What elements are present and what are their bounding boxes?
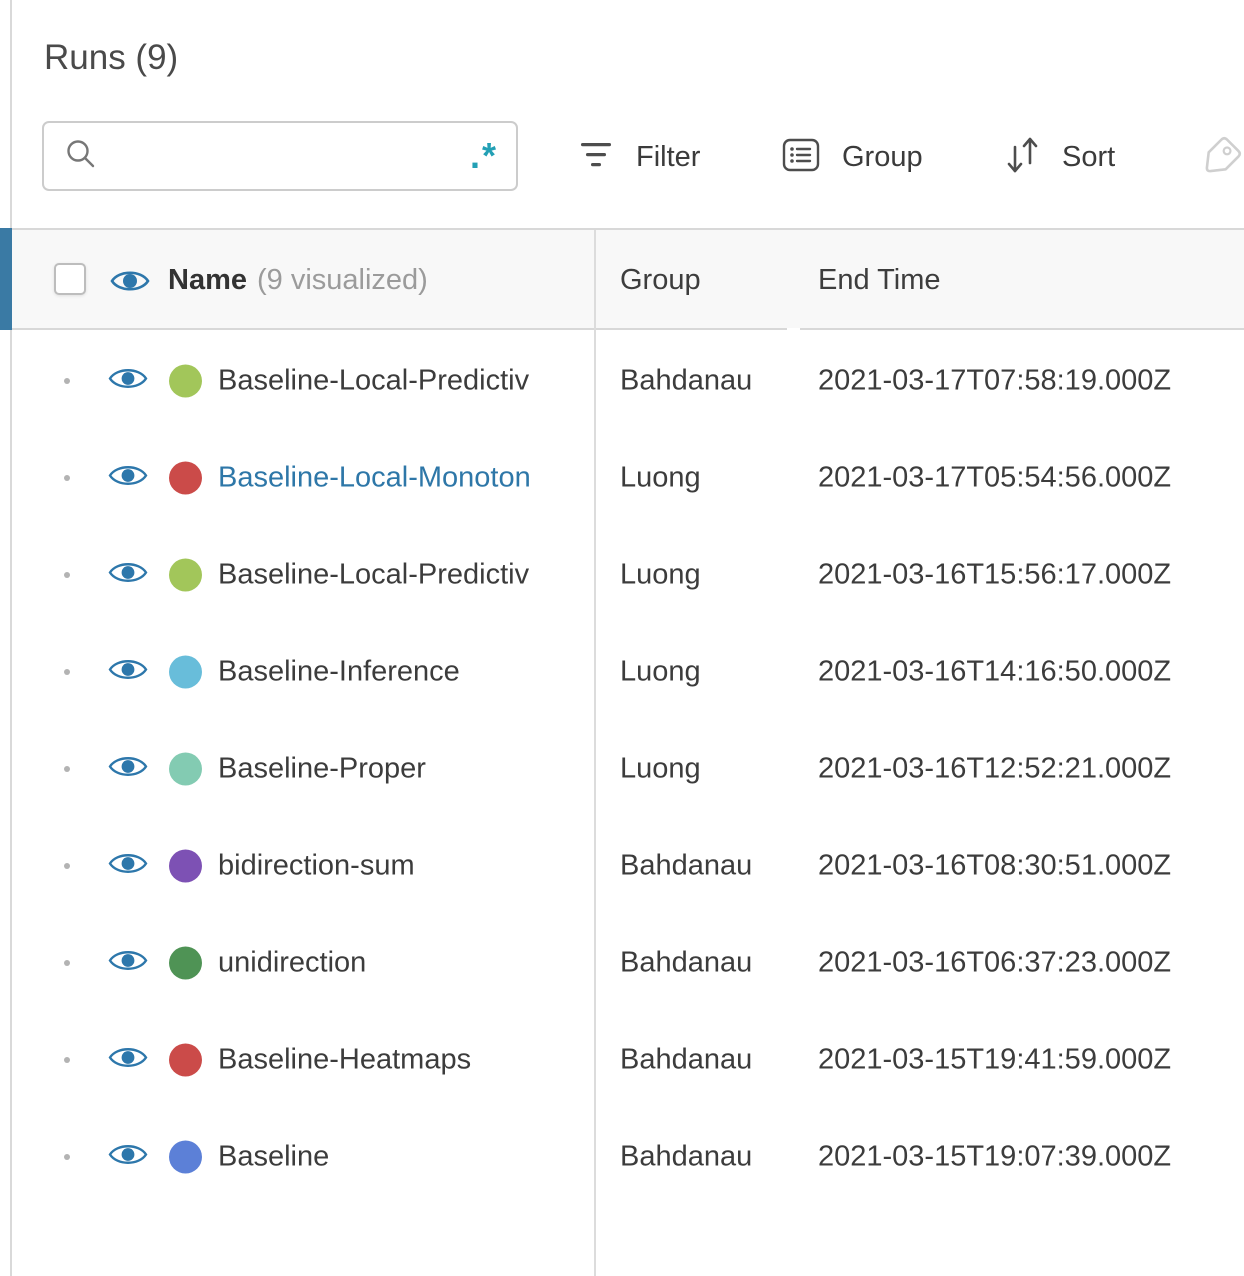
run-color-dot[interactable] [169,461,202,494]
run-color-dot[interactable] [169,364,202,397]
visibility-eye-icon[interactable] [108,460,148,495]
run-name-link[interactable]: Baseline-Heatmaps [218,1043,471,1076]
visibility-eye-icon[interactable] [108,945,148,980]
select-all-checkbox[interactable] [54,263,86,295]
run-color-dot[interactable] [169,752,202,785]
run-end-time: 2021-03-16T14:16:50.000Z [818,655,1172,687]
arrows-up-down-icon [1004,135,1040,180]
run-name-link[interactable]: Baseline-Local-Monoton [218,461,531,494]
drag-handle-dot[interactable] [64,1153,70,1160]
drag-handle-dot[interactable] [64,571,70,578]
drag-handle-dot[interactable] [64,377,70,384]
table-row: bidirection-sum Bahdanau 2021-03-16T08:3… [0,817,1244,914]
group-button[interactable]: Group [782,128,923,186]
run-name-link[interactable]: Baseline-Proper [218,752,426,785]
run-end-time: 2021-03-15T19:07:39.000Z [818,1140,1172,1172]
run-group: Bahdanau [620,849,753,881]
drag-handle-dot[interactable] [64,959,70,966]
run-name-link[interactable]: bidirection-sum [218,849,415,882]
table-row: Baseline-Heatmaps Bahdanau 2021-03-15T19… [0,1011,1244,1108]
column-header-end-time[interactable]: End Time [818,230,941,330]
run-end-time: 2021-03-16T15:56:17.000Z [818,558,1172,590]
table-row: unidirection Bahdanau 2021-03-16T06:37:2… [0,914,1244,1011]
runs-table-body: Baseline-Local-Predictiv Bahdanau 2021-0… [0,332,1244,1205]
table-row: Baseline Bahdanau 2021-03-15T19:07:39.00… [0,1108,1244,1205]
drag-handle-dot[interactable] [64,668,70,675]
run-end-time: 2021-03-17T07:58:19.000Z [818,364,1172,396]
visibility-eye-icon[interactable] [108,1139,148,1174]
toggle-all-visibility-eye-icon[interactable] [110,266,150,301]
drag-handle-dot[interactable] [64,765,70,772]
filter-lines-icon [578,142,614,173]
run-color-dot[interactable] [169,558,202,591]
visualized-count-label: (9 visualized) [257,263,428,296]
run-group: Bahdanau [620,364,753,396]
visibility-eye-icon[interactable] [108,654,148,689]
filter-button[interactable]: Filter [578,128,700,186]
run-name-link[interactable]: Baseline-Local-Predictiv [218,558,529,591]
regex-toggle-icon[interactable]: .* [470,138,498,174]
runs-panel: Runs (9) .* Filter Group Sort Name (9 vi… [0,0,1244,1276]
table-row: Baseline-Local-Predictiv Bahdanau 2021-0… [0,332,1244,429]
run-group: Bahdanau [620,946,753,978]
run-group: Bahdanau [620,1043,753,1075]
run-name-link[interactable]: Baseline-Inference [218,655,460,688]
sort-button[interactable]: Sort [1004,128,1115,186]
run-end-time: 2021-03-16T12:52:21.000Z [818,752,1172,784]
run-end-time: 2021-03-16T08:30:51.000Z [818,849,1172,881]
run-color-dot[interactable] [169,1043,202,1076]
list-icon [782,138,820,177]
table-row: Baseline-Proper Luong 2021-03-16T12:52:2… [0,720,1244,817]
run-end-time: 2021-03-15T19:41:59.000Z [818,1043,1172,1075]
run-end-time: 2021-03-17T05:54:56.000Z [818,461,1172,493]
search-icon [64,137,98,176]
run-group: Luong [620,655,701,687]
drag-handle-dot[interactable] [64,474,70,481]
table-header: Name (9 visualized) Group End Time [0,228,1244,330]
visibility-eye-icon[interactable] [108,363,148,398]
run-name-link[interactable]: Baseline [218,1140,329,1173]
header-accent-bar [0,228,12,330]
search-input[interactable] [98,128,470,184]
group-label: Group [842,140,923,173]
visibility-eye-icon[interactable] [108,751,148,786]
run-group: Bahdanau [620,1140,753,1172]
table-row: Baseline-Inference Luong 2021-03-16T14:1… [0,623,1244,720]
drag-handle-dot[interactable] [64,1056,70,1063]
run-color-dot[interactable] [169,655,202,688]
drag-handle-dot[interactable] [64,862,70,869]
visibility-eye-icon[interactable] [108,557,148,592]
run-group: Luong [620,461,701,493]
run-name-link[interactable]: unidirection [218,946,366,979]
run-color-dot[interactable] [169,946,202,979]
run-end-time: 2021-03-16T06:37:23.000Z [818,946,1172,978]
run-group: Luong [620,752,701,784]
table-row: Baseline-Local-Predictiv Luong 2021-03-1… [0,526,1244,623]
column-resize-notch [787,328,800,330]
run-search-box: .* [42,121,518,191]
sort-label: Sort [1062,140,1116,173]
run-group: Luong [620,558,701,590]
filter-label: Filter [636,140,701,173]
table-row: Baseline-Local-Monoton Luong 2021-03-17T… [0,429,1244,526]
column-resize-handle[interactable] [594,230,596,1276]
name-header-label: Name [168,263,247,296]
run-color-dot[interactable] [169,849,202,882]
run-name-link[interactable]: Baseline-Local-Predictiv [218,364,529,397]
column-header-group[interactable]: Group [620,230,701,330]
run-color-dot[interactable] [169,1140,202,1173]
panel-title: Runs (9) [44,38,179,77]
column-header-name[interactable]: Name (9 visualized) [168,230,428,330]
tag-icon[interactable] [1194,132,1244,189]
visibility-eye-icon[interactable] [108,1042,148,1077]
visibility-eye-icon[interactable] [108,848,148,883]
